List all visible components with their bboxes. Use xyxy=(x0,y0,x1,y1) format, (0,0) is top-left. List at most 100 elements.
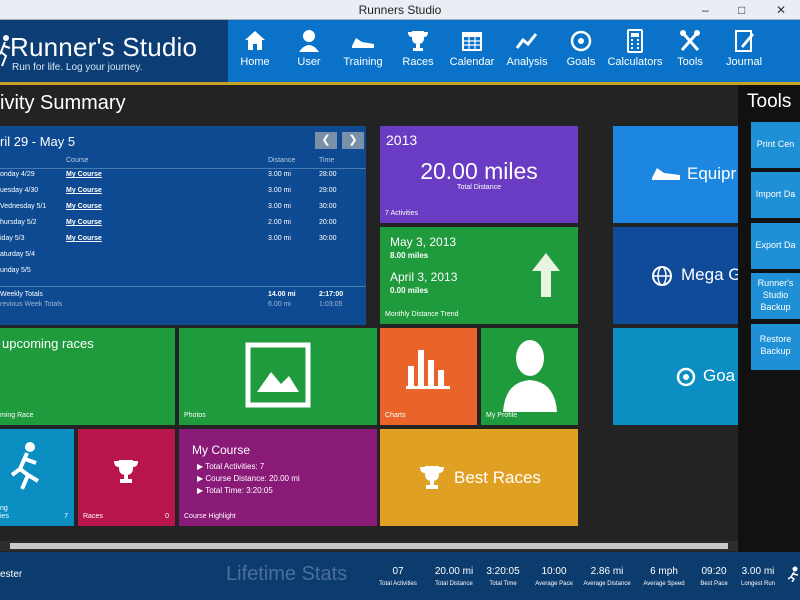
window-titlebar: Runners Studio – □ ✕ xyxy=(0,0,800,20)
year-distance: 20.00 miles xyxy=(420,158,538,184)
col-course-header: Course xyxy=(66,157,89,164)
lifetime-stat-value: 6 mph xyxy=(650,566,678,577)
brand-block: Runner's Studio Run for life. Log your j… xyxy=(0,20,228,82)
nav-races[interactable]: Races xyxy=(390,28,446,78)
lifetime-stat-value: 3:20:05 xyxy=(486,566,520,577)
runs-tile[interactable]: ng ies 7 xyxy=(0,429,74,526)
nav-goals[interactable]: Goals xyxy=(553,28,609,78)
photos-tile[interactable]: Photos xyxy=(179,328,377,425)
prev-week-button[interactable]: ❮ xyxy=(315,132,337,149)
previous-totals-distance: 6.00 mi xyxy=(268,301,291,308)
nav-user[interactable]: User xyxy=(281,28,337,78)
best-races-tile[interactable]: Best Races xyxy=(380,429,578,526)
lifetime-stat-value: 3.00 mi xyxy=(741,566,775,577)
row-day: onday 4/29 xyxy=(0,171,35,178)
races-tile[interactable]: Races 0 xyxy=(78,429,175,526)
nav-training[interactable]: Training xyxy=(335,28,391,78)
row-day: hursday 5/2 xyxy=(0,219,37,226)
tools-title: Tools xyxy=(747,91,792,112)
row-distance: 3.00 mi xyxy=(268,171,291,178)
nav-calculators[interactable]: Calculators xyxy=(607,28,663,78)
equipment-label: Equipr xyxy=(687,164,737,183)
export-data-button[interactable]: Export Da xyxy=(751,223,800,269)
row-time: 28:00 xyxy=(319,171,337,178)
scrollbar-thumb[interactable] xyxy=(10,543,728,549)
target-icon xyxy=(570,30,592,52)
upcoming-races-tile[interactable]: upcoming races ming Race xyxy=(0,328,175,425)
row-course-link[interactable]: My Course xyxy=(66,171,102,178)
home-icon xyxy=(245,31,265,50)
runner-icon xyxy=(10,442,40,490)
row-time: 29:00 xyxy=(319,187,337,194)
my-profile-tile[interactable]: My Profile xyxy=(481,328,578,425)
user-icon xyxy=(299,30,319,52)
row-course-link[interactable]: My Course xyxy=(66,235,102,242)
brand-tagline: Run for life. Log your journey. xyxy=(12,62,143,73)
target-icon xyxy=(676,367,696,387)
year-distance-caption: Total Distance xyxy=(457,184,501,191)
row-time: 30:00 xyxy=(319,235,337,242)
lifetime-stat-label: Average Distance xyxy=(583,581,631,587)
next-week-button[interactable]: ❯ xyxy=(342,132,364,149)
row-distance: 3.00 mi xyxy=(268,235,291,242)
table-divider xyxy=(0,168,366,169)
trend-label: Monthly Distance Trend xyxy=(385,311,459,318)
year-activities: 7 Activities xyxy=(385,210,419,217)
nav-journal[interactable]: Journal xyxy=(716,28,772,78)
row-course-link[interactable]: My Course xyxy=(66,187,102,194)
nav-calendar[interactable]: Calendar xyxy=(444,28,500,78)
lifetime-stat-label: Average Pace xyxy=(535,581,573,587)
charts-tile[interactable]: Charts xyxy=(380,328,477,425)
backup-button[interactable]: Runner's Studio Backup xyxy=(751,273,800,319)
minimize-icon[interactable]: – xyxy=(702,0,709,20)
shoe-icon xyxy=(652,168,680,180)
previous-totals-time: 1:03:05 xyxy=(319,301,343,308)
lifetime-stat-label: Total Distance xyxy=(435,581,473,587)
lifetime-stat: 2.86 mi Average Distance xyxy=(579,566,635,587)
goals-tile[interactable]: Goa xyxy=(613,328,738,425)
col-distance-header: Distance xyxy=(268,157,296,164)
course-highlight-tile[interactable]: My Course ▶ Total Activities: 7 ▶ Course… xyxy=(179,429,377,526)
year-summary-tile[interactable]: 2013 20.00 miles Total Distance 7 Activi… xyxy=(380,126,578,223)
restore-backup-button[interactable]: Restore Backup xyxy=(751,324,800,370)
lifetime-stat-value: 07 xyxy=(392,566,404,577)
lifetime-stat: 07 Total Activities xyxy=(370,566,426,587)
monthly-trend-tile[interactable]: May 3, 2013 8.00 miles April 3, 2013 0.0… xyxy=(380,227,578,324)
import-data-button[interactable]: Import Da xyxy=(751,172,800,218)
course-total-time: ▶ Total Time: 3:20:05 xyxy=(197,486,273,495)
trend-date-1: May 3, 2013 xyxy=(390,235,457,249)
bar-chart-icon xyxy=(406,350,450,389)
nav-analysis[interactable]: Analysis xyxy=(499,28,555,78)
lifetime-stat-label: Total Time xyxy=(489,581,517,587)
print-center-button[interactable]: Print Cen xyxy=(751,122,800,168)
weekly-activity-tile[interactable]: ril 29 - May 5 ❮ ❯ Course Distance Time … xyxy=(0,126,366,325)
trophy-icon xyxy=(408,31,428,51)
row-distance: 3.00 mi xyxy=(268,203,291,210)
lifetime-stat: 3.00 mi Longest Run xyxy=(730,566,786,587)
page-title: ivity Summary xyxy=(0,92,126,114)
equipment-tile[interactable]: Equipr xyxy=(613,126,738,223)
maximize-icon[interactable]: □ xyxy=(738,0,745,20)
goals-label: Goa xyxy=(703,366,736,385)
row-day: uesday 4/30 xyxy=(0,187,39,194)
horizontal-scrollbar[interactable] xyxy=(0,541,738,551)
row-course-link[interactable]: My Course xyxy=(66,219,102,226)
mega-goals-tile[interactable]: Mega G xyxy=(613,227,738,324)
trend-miles-2: 0.00 miles xyxy=(390,286,429,295)
tools-icon xyxy=(680,30,700,51)
row-course-link[interactable]: My Course xyxy=(66,203,102,210)
photo-icon xyxy=(245,342,311,408)
nav-tools[interactable]: Tools xyxy=(662,28,718,78)
trend-date-2: April 3, 2013 xyxy=(390,270,458,284)
nav-home[interactable]: Home xyxy=(227,28,283,78)
best-races-label: Best Races xyxy=(454,468,541,487)
row-day: iday 5/3 xyxy=(0,235,25,242)
course-highlight-label: Course Highlight xyxy=(184,513,236,520)
runs-label: ng xyxy=(0,505,8,512)
profile-silhouette-icon xyxy=(503,340,557,412)
lifetime-stats-title: Lifetime Stats xyxy=(226,563,348,585)
trophy-icon xyxy=(114,460,138,483)
course-distance: ▶ Course Distance: 20.00 mi xyxy=(197,474,300,483)
close-icon[interactable]: ✕ xyxy=(776,0,786,20)
lifetime-stat-value: 10:00 xyxy=(541,566,567,577)
